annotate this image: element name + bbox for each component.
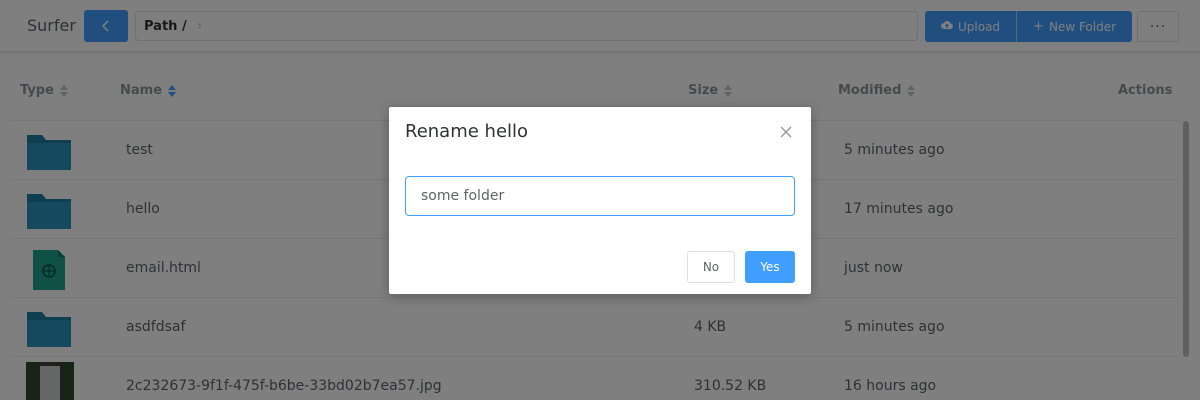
no-button[interactable]: No [687,251,735,283]
yes-button[interactable]: Yes [745,251,795,283]
rename-dialog: Rename hello No Yes [389,107,811,294]
rename-input[interactable] [405,176,795,216]
close-icon[interactable] [779,124,793,138]
dialog-title: Rename hello [405,121,529,142]
